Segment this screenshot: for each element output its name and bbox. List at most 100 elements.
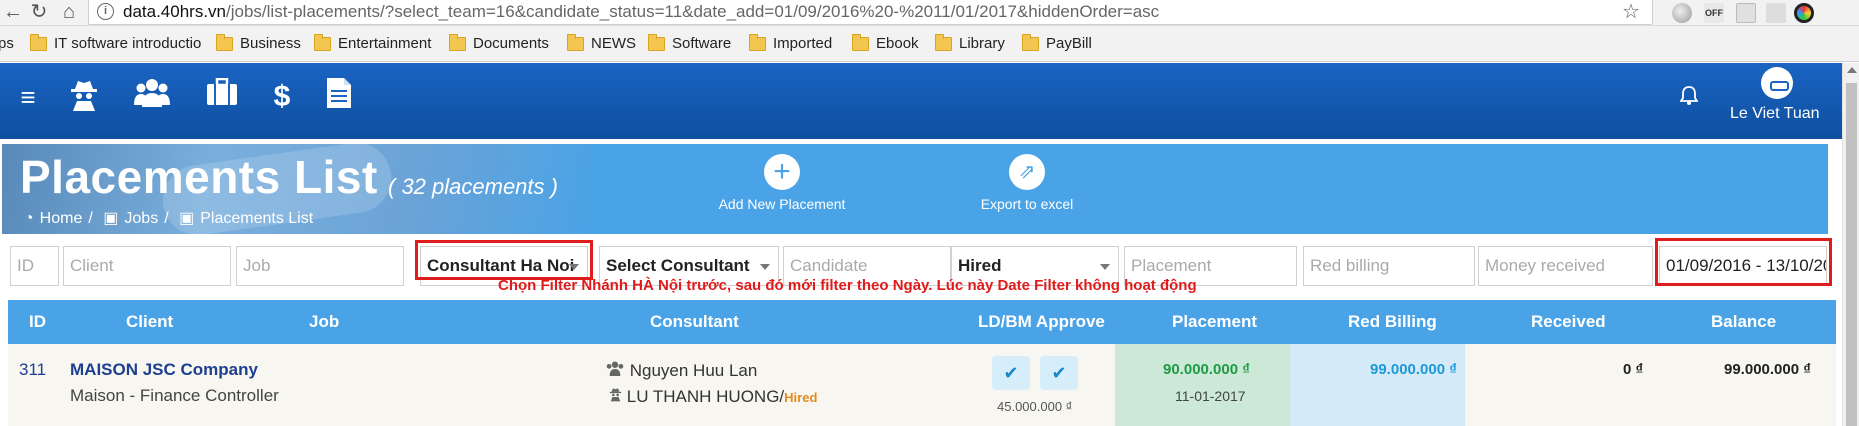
column-approve[interactable]: LD/BM Approve (978, 312, 1105, 332)
candidate-label[interactable]: LU THANH HUONG/ (627, 387, 784, 406)
color-extension-icon[interactable] (1794, 3, 1814, 23)
received-amount: 0 ₫ (1623, 361, 1644, 378)
bookmark-ebook[interactable]: Ebook (852, 34, 919, 54)
annotation-note: Chọn Filter Nhánh HÀ Nội trước, sau đó m… (498, 277, 1197, 294)
breadcrumb-current: Placements List (200, 210, 314, 227)
folder-icon (749, 34, 766, 51)
bookmark-paybill[interactable]: PayBill (1022, 34, 1092, 54)
breadcrumb: ◔ Home / ▣ Jobs / ▣ Placements List (24, 208, 319, 228)
add-placement-button[interactable]: + Add New Placement (692, 154, 872, 212)
bookmark-business[interactable]: Business (216, 34, 301, 54)
bookmark-it-software[interactable]: IT software introductio (30, 34, 201, 54)
export-excel-button[interactable]: ⇗ Export to excel (937, 154, 1117, 212)
consultant-name: Nguyen Huu Lan (605, 361, 757, 381)
column-placement[interactable]: Placement (1172, 312, 1257, 332)
row-id[interactable]: 311 (19, 360, 46, 380)
placement-amount: 90.000.000 ₫ (1163, 361, 1250, 378)
off-extension-icon[interactable]: OFF (1704, 3, 1724, 23)
avatar[interactable] (1761, 67, 1793, 99)
bookmark-documents[interactable]: Documents (449, 34, 549, 54)
breadcrumb-home[interactable]: Home (40, 210, 83, 227)
annotation-highlight-date (1655, 238, 1832, 286)
red-billing-amount: 99.000.000 ₫ (1370, 361, 1457, 378)
folder-icon (648, 34, 665, 51)
users-icon[interactable] (132, 77, 172, 118)
url-host: data.40hrs.vn (123, 2, 227, 21)
column-received[interactable]: Received (1531, 312, 1606, 332)
money-received-filter[interactable]: Money received (1478, 246, 1653, 286)
placement-date: 11-01-2017 (1175, 388, 1246, 404)
scroll-up-icon[interactable] (1847, 67, 1857, 73)
spy-icon[interactable] (64, 77, 104, 122)
page-hero: Placements List ( 32 placements ) ◔ Home /… (2, 144, 1828, 234)
folder-icon (314, 34, 331, 51)
table-header: ID Client Job Consultant LD/BM Approve P… (8, 300, 1836, 344)
annotation-highlight-branch (415, 240, 593, 280)
briefcase-icon: ▣ (179, 210, 195, 227)
folder-icon (567, 34, 584, 51)
plus-icon: + (764, 154, 800, 190)
page-title: Placements List (20, 151, 378, 203)
column-client[interactable]: Client (126, 312, 173, 332)
table-row[interactable] (8, 344, 1836, 426)
folder-icon (935, 34, 952, 51)
ld-approve-check[interactable]: ✔ (992, 356, 1030, 390)
share-icon: ⇗ (1009, 154, 1045, 190)
placement-cell (1115, 344, 1290, 426)
username[interactable]: Le Viet Tuan (1730, 105, 1820, 123)
dashboard-icon: ◔ (24, 210, 34, 227)
candidate-status: Hired (784, 390, 818, 405)
export-excel-label: Export to excel (980, 196, 1074, 212)
placement-count: ( 32 placements ) (388, 174, 558, 199)
client-link[interactable]: MAISON JSC Company (70, 360, 258, 380)
menu-icon[interactable]: ≡ (8, 77, 48, 117)
bookmark-news[interactable]: NEWS (567, 34, 636, 54)
bookmark-star-icon[interactable]: ☆ (1622, 0, 1640, 24)
bookmark-software[interactable]: Software (648, 34, 731, 54)
consultant-label: Nguyen Huu Lan (629, 361, 758, 380)
balance-amount: 99.000.000 ₫ (1724, 361, 1811, 378)
bell-icon[interactable] (1679, 85, 1699, 111)
folder-icon (1022, 34, 1039, 51)
page-scrollbar[interactable] (1842, 63, 1859, 426)
id-filter[interactable]: ID (10, 246, 59, 286)
candidate-name: LU THANH HUONG/Hired (609, 386, 817, 407)
home-icon[interactable]: ⌂ (56, 0, 82, 26)
document-icon[interactable] (319, 77, 359, 120)
column-job[interactable]: Job (309, 312, 339, 332)
red-billing-filter[interactable]: Red billing (1303, 246, 1475, 286)
breadcrumb-separator: / (164, 210, 169, 227)
bookmark-library[interactable]: Library (935, 34, 1005, 54)
column-consultant[interactable]: Consultant (650, 312, 739, 332)
breadcrumb-separator: / (88, 210, 93, 227)
job-filter[interactable]: Job (236, 246, 404, 286)
folder-icon (449, 34, 466, 51)
bm-approve-check[interactable]: ✔ (1040, 356, 1078, 390)
back-icon[interactable]: ← (0, 0, 26, 26)
candidate-icon (609, 387, 627, 406)
users-icon (605, 361, 630, 380)
dollar-icon[interactable]: $ (262, 77, 302, 117)
column-red-billing[interactable]: Red Billing (1348, 312, 1437, 332)
clipboard-extension-icon[interactable] (1736, 3, 1756, 23)
browser-toolbar: ← ↻ ⌂ i data.40hrs.vn/jobs/list-placemen… (0, 0, 1859, 26)
bookmark-imported[interactable]: Imported (749, 34, 832, 54)
breadcrumb-jobs[interactable]: Jobs (124, 210, 158, 227)
column-id[interactable]: ID (29, 312, 46, 332)
briefcase-icon[interactable] (202, 77, 242, 117)
extension-icon[interactable] (1766, 3, 1786, 23)
reload-icon[interactable]: ↻ (26, 0, 52, 26)
job-title: Maison - Finance Controller (70, 386, 279, 405)
url-path: /jobs/list-placements/?select_team=16&ca… (226, 2, 1160, 21)
add-placement-label: Add New Placement (718, 196, 846, 212)
globe-extension-icon[interactable] (1672, 3, 1692, 23)
scroll-thumb[interactable] (1846, 83, 1857, 426)
address-bar[interactable]: i data.40hrs.vn/jobs/list-placements/?se… (88, 0, 1653, 25)
info-icon[interactable]: i (97, 3, 114, 20)
bookmark-apps[interactable]: ps (0, 34, 14, 54)
client-filter[interactable]: Client (63, 246, 231, 286)
column-balance[interactable]: Balance (1711, 312, 1776, 332)
bookmark-entertainment[interactable]: Entertainment (314, 34, 431, 54)
approve-amount: 45.000.000 ₫ (997, 399, 1073, 414)
bookmarks-bar: ps IT software introductio Business Ente… (0, 26, 1859, 62)
